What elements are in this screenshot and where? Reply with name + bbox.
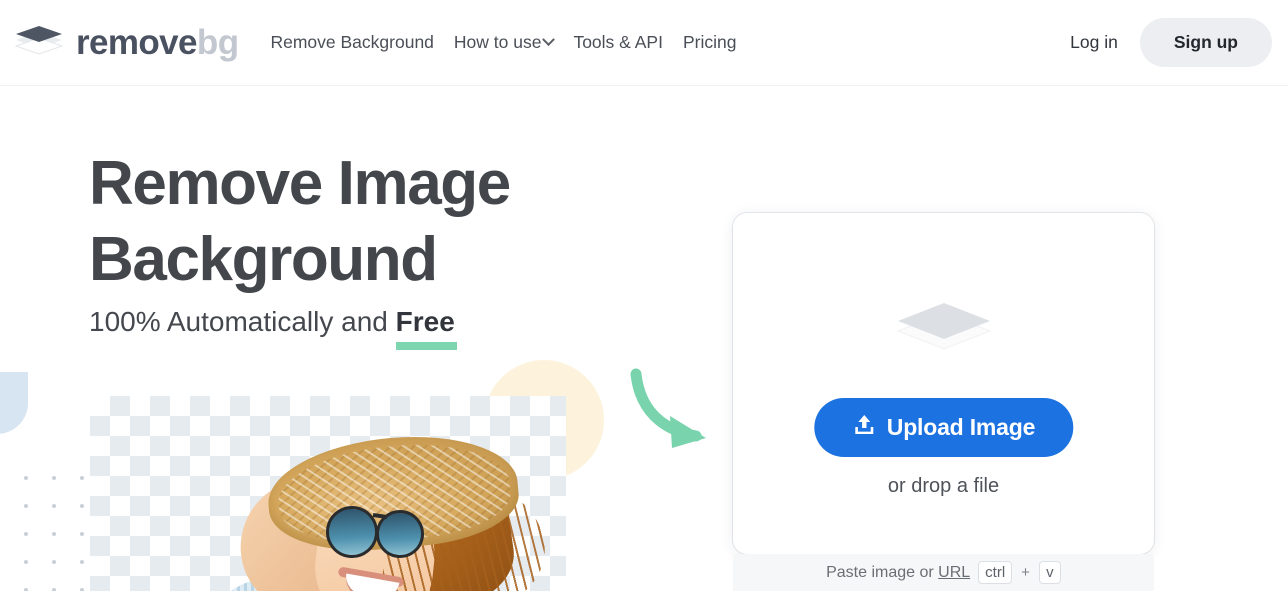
brand-name-light: bg (196, 23, 239, 62)
layers-icon (12, 21, 66, 65)
key-ctrl: ctrl (978, 561, 1013, 584)
nav-item-pricing[interactable]: Pricing (673, 24, 747, 61)
nav-label: How to use (453, 32, 542, 52)
nav-label: Tools & API (573, 32, 663, 52)
nav-item-tools-api[interactable]: Tools & API (563, 24, 673, 61)
curved-arrow-icon (626, 366, 718, 457)
nav-label: Remove Background (270, 32, 434, 52)
subtitle-highlight: Free (395, 306, 457, 350)
main-navigation: Remove Background How to use Tools & API… (260, 24, 746, 61)
key-v: v (1038, 561, 1061, 584)
sample-image-checkerboard (90, 396, 566, 591)
bottom-filler (1154, 554, 1288, 591)
paste-url-link[interactable]: URL (938, 564, 970, 581)
paste-hint-prefix: Paste image or (826, 563, 939, 581)
paste-hint: Paste image or URL (826, 564, 970, 582)
brand-wordmark: removebg (76, 23, 239, 62)
page-subtitle: 100% Automatically and Free (89, 306, 457, 350)
layers-icon (892, 297, 996, 378)
highlight-underline (395, 342, 457, 350)
page-title-line-1: Remove Image (89, 149, 511, 218)
page-root: removebg Remove Background How to use To… (0, 0, 1288, 591)
signup-button[interactable]: Sign up (1139, 18, 1272, 67)
upload-button-label: Upload Image (886, 414, 1036, 440)
subtitle-highlight-text: Free (395, 306, 455, 337)
upload-dropzone-card[interactable]: Upload Image or drop a file (733, 213, 1154, 554)
brand-name-dark: remove (76, 23, 198, 62)
site-header: removebg Remove Background How to use To… (0, 0, 1288, 86)
paste-image-bar: Paste image or URL ctrl + v (733, 554, 1154, 591)
header-account-actions: Log in Sign up (1058, 18, 1272, 67)
subtitle-text: 100% Automatically and (89, 306, 396, 337)
drop-file-hint: or drop a file (887, 475, 1000, 497)
upload-image-button[interactable]: Upload Image (813, 398, 1074, 457)
page-title-line-2: Background (89, 225, 438, 294)
decorative-blue-shape (0, 372, 28, 434)
brand-logo[interactable]: removebg (12, 21, 239, 65)
upload-icon (852, 413, 876, 443)
key-plus: + (1021, 564, 1030, 581)
chevron-down-icon (542, 33, 556, 47)
sample-photo (130, 410, 550, 591)
nav-item-remove-background[interactable]: Remove Background (260, 24, 443, 61)
login-link[interactable]: Log in (1058, 24, 1130, 61)
nav-label: Pricing (682, 32, 737, 52)
page-title: Remove Image Background (89, 146, 709, 298)
nav-item-how-to-use[interactable]: How to use (444, 24, 564, 61)
